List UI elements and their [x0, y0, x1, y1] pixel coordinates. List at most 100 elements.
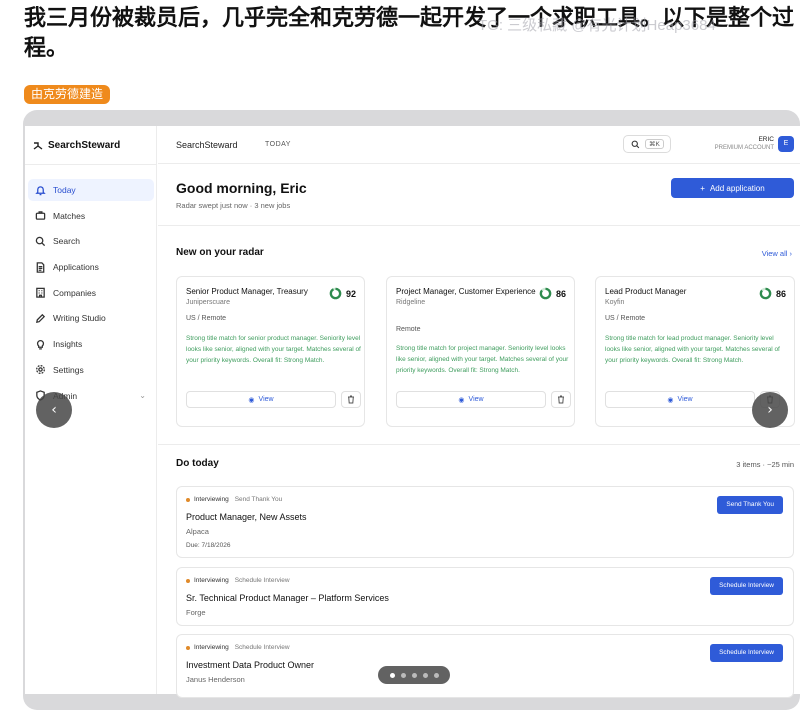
sidebar-item-companies[interactable]: Companies	[28, 282, 154, 304]
task-company: Alpaca	[186, 527, 209, 536]
search-button[interactable]: ⌘K	[623, 135, 671, 153]
carousel-pagination[interactable]	[378, 666, 450, 684]
delete-button[interactable]	[551, 391, 571, 408]
task-row[interactable]: Interviewing Schedule Interview Investmen…	[176, 634, 794, 698]
job-card[interactable]: Senior Product Manager, Treasury Junipers…	[176, 276, 365, 427]
add-application-label: Add application	[709, 183, 765, 193]
match-score: 92	[329, 287, 356, 300]
match-score: 86	[539, 287, 566, 300]
score-ring-icon	[329, 287, 342, 300]
app-window: SearchSteward Today Matches Search Appli…	[25, 126, 800, 698]
status-dot	[186, 578, 190, 583]
sidebar-item-label: Matches	[53, 210, 86, 221]
task-company: Janus Henderson	[186, 675, 245, 684]
sidebar-item-label: Search	[53, 236, 80, 247]
job-company: Ridgeline	[396, 298, 426, 306]
job-company: Koyfin	[605, 298, 625, 306]
top-bar: SearchSteward TODAY ⌘K ERIC PREMIUM ACCO…	[158, 126, 800, 164]
sidebar-item-insights[interactable]: Insights	[28, 333, 154, 355]
task-row[interactable]: Interviewing Schedule Interview Sr. Techn…	[176, 567, 794, 626]
task-job-title: Sr. Technical Product Manager – Platform…	[186, 593, 389, 603]
chevron-right-icon: ›	[767, 402, 773, 418]
screenshot-frame: SearchSteward Today Matches Search Appli…	[23, 110, 800, 710]
task-status: Interviewing Schedule Interview	[186, 577, 290, 584]
view-all-link[interactable]: View all ›	[762, 249, 792, 258]
briefcase-icon	[35, 211, 46, 220]
watermark: TG: 三级私藏 @有光计划Heap3684	[478, 17, 716, 34]
chevron-down-icon: ⌄	[139, 391, 146, 400]
page-dot[interactable]	[411, 672, 417, 678]
main-content: SearchSteward TODAY ⌘K ERIC PREMIUM ACCO…	[158, 126, 800, 698]
chevron-left-icon: ‹	[51, 402, 57, 418]
chevron-right-icon: ›	[789, 249, 793, 258]
page-dot[interactable]	[400, 672, 406, 678]
job-location: US / Remote	[605, 315, 646, 322]
search-icon	[35, 236, 46, 246]
sidebar-nav: Today Matches Search Applications Compan…	[28, 179, 154, 410]
do-today-meta: 3 items · ~25 min	[736, 460, 794, 469]
trash-icon	[348, 395, 354, 404]
schedule-interview-button[interactable]: Schedule Interview	[710, 577, 783, 595]
task-job-title: Investment Data Product Owner	[186, 660, 315, 670]
built-with-tag: 由克劳德建造	[24, 85, 111, 104]
carousel-next-button[interactable]: ›	[752, 392, 788, 428]
eye-icon: ◉	[458, 396, 465, 404]
score-ring-icon	[539, 287, 552, 300]
gear-icon	[36, 365, 45, 375]
sidebar-item-label: Writing Studio	[53, 313, 106, 324]
page-dot[interactable]	[433, 672, 439, 678]
sidebar-item-applications[interactable]: Applications	[28, 256, 154, 278]
bell-icon	[35, 185, 46, 195]
lightbulb-icon	[36, 339, 45, 350]
avatar[interactable]: E	[778, 136, 794, 152]
brand[interactable]: SearchSteward	[33, 140, 120, 151]
delete-button[interactable]	[341, 391, 361, 408]
brand-name: SearchSteward	[48, 140, 121, 151]
sidebar-item-settings[interactable]: Settings	[28, 359, 154, 381]
topbar-app-name[interactable]: SearchSteward	[176, 140, 238, 150]
task-company: Forge	[186, 608, 206, 617]
task-job-title: Product Manager, New Assets	[186, 512, 307, 522]
pen-icon	[36, 313, 46, 323]
building-icon	[36, 287, 45, 298]
schedule-interview-button[interactable]: Schedule Interview	[710, 644, 783, 662]
radar-section-title: New on your radar	[176, 247, 264, 258]
divider	[158, 444, 800, 445]
send-thank-you-button[interactable]: Send Thank You	[717, 496, 783, 514]
sidebar-item-label: Applications	[53, 262, 99, 273]
match-description: Strong title match for project manager. …	[396, 345, 569, 374]
job-card[interactable]: Project Manager, Customer Experience Ridg…	[386, 276, 575, 427]
topbar-today-label: TODAY	[265, 141, 291, 148]
view-all-label: View all	[761, 249, 788, 258]
sidebar-item-search[interactable]: Search	[28, 230, 154, 252]
user-info[interactable]: ERIC PREMIUM ACCOUNT	[715, 136, 774, 152]
task-row[interactable]: Interviewing Send Thank You Product Manag…	[176, 486, 794, 558]
job-location: Remote	[396, 326, 421, 333]
sidebar-item-writing-studio[interactable]: Writing Studio	[28, 307, 154, 329]
page-dot[interactable]	[422, 672, 428, 678]
match-description: Strong title match for lead product mana…	[605, 335, 780, 364]
job-title: Lead Product Manager Koyfin	[605, 287, 745, 308]
view-job-button[interactable]: ◉ View	[186, 391, 336, 408]
page-dot[interactable]	[389, 672, 395, 678]
trash-icon	[558, 395, 564, 404]
user-name: ERIC	[758, 136, 774, 143]
divider	[158, 225, 800, 226]
score-ring-icon	[759, 287, 772, 300]
view-job-button[interactable]: ◉ View	[396, 391, 546, 408]
view-job-button[interactable]: ◉ View	[605, 391, 755, 408]
sidebar-item-today[interactable]: Today	[28, 179, 154, 201]
status-dot	[186, 497, 190, 502]
do-today-title: Do today	[176, 458, 219, 469]
add-application-button[interactable]: + Add application	[671, 178, 794, 198]
document-icon	[36, 261, 45, 273]
page-title: Good morning, Eric	[176, 180, 307, 196]
job-company: Juniperscuare	[186, 298, 230, 306]
sidebar-item-matches[interactable]: Matches	[28, 205, 154, 227]
carousel-prev-button[interactable]: ‹	[36, 392, 72, 428]
eye-icon: ◉	[667, 396, 674, 404]
job-location: US / Remote	[186, 315, 227, 322]
plus-icon: +	[700, 183, 705, 193]
sidebar-item-label: Insights	[53, 339, 83, 350]
status-dot	[186, 645, 190, 650]
